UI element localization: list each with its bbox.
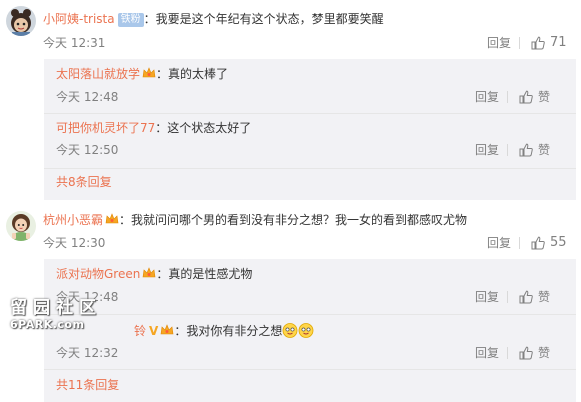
replies-panel: 派对动物Green ：真的是性感尤物 今天 12:48 回复 赞 铃 V ：我对你有非… xyxy=(44,259,576,402)
reply-username[interactable]: 铃 xyxy=(134,324,146,338)
reply-body: 派对动物Green ：真的是性感尤物 xyxy=(56,266,252,282)
reply-body: 可把你机灵坏了77：这个状态太好了 xyxy=(56,120,251,136)
reply-label: 回复 xyxy=(475,346,500,360)
action-divider xyxy=(519,37,520,49)
like-count: 71 xyxy=(550,35,567,50)
like-button[interactable]: 赞 xyxy=(519,345,550,361)
fan-badge[interactable]: 铁粉 xyxy=(117,13,144,27)
reply-button[interactable]: 回复 xyxy=(475,89,499,105)
like-button[interactable]: 赞 xyxy=(519,289,550,305)
reply-username[interactable]: 派对动物Green xyxy=(56,267,140,281)
reply-label: 回复 xyxy=(475,290,500,304)
like-button[interactable]: 赞 xyxy=(519,142,550,158)
emoji-face-icon xyxy=(282,323,298,338)
comment-text: ：我要是这个年纪有这个状态，梦里都要笑醒 xyxy=(143,12,384,26)
comment-time: 今天 12:30 xyxy=(43,236,106,250)
reply-button[interactable]: 回复 xyxy=(475,142,499,158)
reply-username[interactable]: 太阳落山就放学 xyxy=(56,67,140,81)
thumb-up-icon xyxy=(519,290,533,304)
reply-item: 可把你机灵坏了77：这个状态太好了 今天 12:50 回复 赞 xyxy=(44,114,576,168)
more-replies-link[interactable]: 共8条回复 xyxy=(56,174,112,190)
thumb-up-icon xyxy=(531,36,545,50)
comment-body: 小阿姨-trista 铁粉 ：我要是这个年纪有这个状态，梦里都要笑醒 xyxy=(43,11,384,27)
like-label: 赞 xyxy=(538,290,551,304)
watermark-title: 留园社区 xyxy=(10,298,102,318)
reply-time: 今天 12:32 xyxy=(56,346,119,360)
comment-username[interactable]: 小阿姨-trista xyxy=(43,12,115,26)
reply-time: 今天 12:48 xyxy=(56,90,119,104)
watermark: 留园社区 6PARK.com xyxy=(10,298,102,332)
reply-label: 回复 xyxy=(475,90,500,104)
action-divider xyxy=(519,237,520,249)
reply-item: 派对动物Green ：真的是性感尤物 今天 12:48 回复 赞 xyxy=(44,259,576,314)
avatar-girl xyxy=(6,211,36,241)
like-button[interactable]: 55 xyxy=(531,235,567,251)
comment-item: 小阿姨-trista 铁粉 ：我要是这个年纪有这个状态，梦里都要笑醒 今天 12:3… xyxy=(0,0,581,200)
vip-crown-icon xyxy=(105,213,119,224)
reply-button[interactable]: 回复 xyxy=(475,345,499,361)
more-replies-link[interactable]: 共11条回复 xyxy=(56,377,119,393)
comment-text: ：我就问问哪个男的看到没有非分之想？我一女的看到都感叹尤物 xyxy=(119,213,468,227)
like-button[interactable]: 71 xyxy=(531,35,567,51)
avatar[interactable] xyxy=(6,211,36,241)
thumb-up-icon xyxy=(531,236,545,250)
thumb-up-icon xyxy=(519,90,533,104)
v-badge-icon: V xyxy=(149,324,159,338)
reply-button[interactable]: 回复 xyxy=(487,235,511,251)
reply-text: ：真的是性感尤物 xyxy=(156,267,253,281)
reply-label: 回复 xyxy=(475,143,500,157)
action-divider xyxy=(507,91,508,103)
vip-crown-icon xyxy=(142,67,156,78)
reply-divider xyxy=(44,168,576,169)
like-count: 55 xyxy=(550,235,567,250)
thumb-up-icon xyxy=(519,143,533,157)
reply-text: ：我对你有非分之想 xyxy=(174,324,283,338)
reply-label: 回复 xyxy=(487,36,512,50)
reply-label: 回复 xyxy=(487,236,512,250)
watermark-url: 6PARK.com xyxy=(10,318,85,331)
reply-text: ：真的太棒了 xyxy=(156,67,229,81)
action-divider xyxy=(507,291,508,303)
action-divider xyxy=(507,144,508,156)
replies-panel: 太阳落山就放学 ：真的太棒了 今天 12:48 回复 赞 可把你机灵坏了77：这个… xyxy=(44,59,576,200)
comment-body: 杭州小恶霸 ：我就问问哪个男的看到没有非分之想？我一女的看到都感叹尤物 xyxy=(43,212,467,228)
vip-crown-icon xyxy=(160,324,174,335)
avatar-cartoon xyxy=(6,6,36,36)
reply-time: 今天 12:50 xyxy=(56,143,119,157)
comment-time: 今天 12:31 xyxy=(43,36,106,50)
comment-username[interactable]: 杭州小恶霸 xyxy=(43,213,103,227)
emoji-face-icon xyxy=(298,323,314,338)
reply-button[interactable]: 回复 xyxy=(475,289,499,305)
reply-body: 太阳落山就放学 ：真的太棒了 xyxy=(56,66,228,82)
action-divider xyxy=(507,347,508,359)
reply-username[interactable]: 可把你机灵坏了77 xyxy=(56,121,155,135)
reply-text: ：这个状态太好了 xyxy=(155,121,252,135)
like-label: 赞 xyxy=(538,143,551,157)
reply-button[interactable]: 回复 xyxy=(487,35,511,51)
reply-item: 太阳落山就放学 ：真的太棒了 今天 12:48 回复 赞 xyxy=(44,59,576,113)
reply-divider xyxy=(44,369,576,370)
like-button[interactable]: 赞 xyxy=(519,89,550,105)
reply-item: 铃 V ：我对你有非分之想 今天 12:32 回复 赞 xyxy=(44,315,576,369)
vip-crown-icon xyxy=(142,267,156,278)
thumb-up-icon xyxy=(519,346,533,360)
like-label: 赞 xyxy=(538,346,551,360)
like-label: 赞 xyxy=(538,90,551,104)
avatar[interactable] xyxy=(6,6,36,36)
